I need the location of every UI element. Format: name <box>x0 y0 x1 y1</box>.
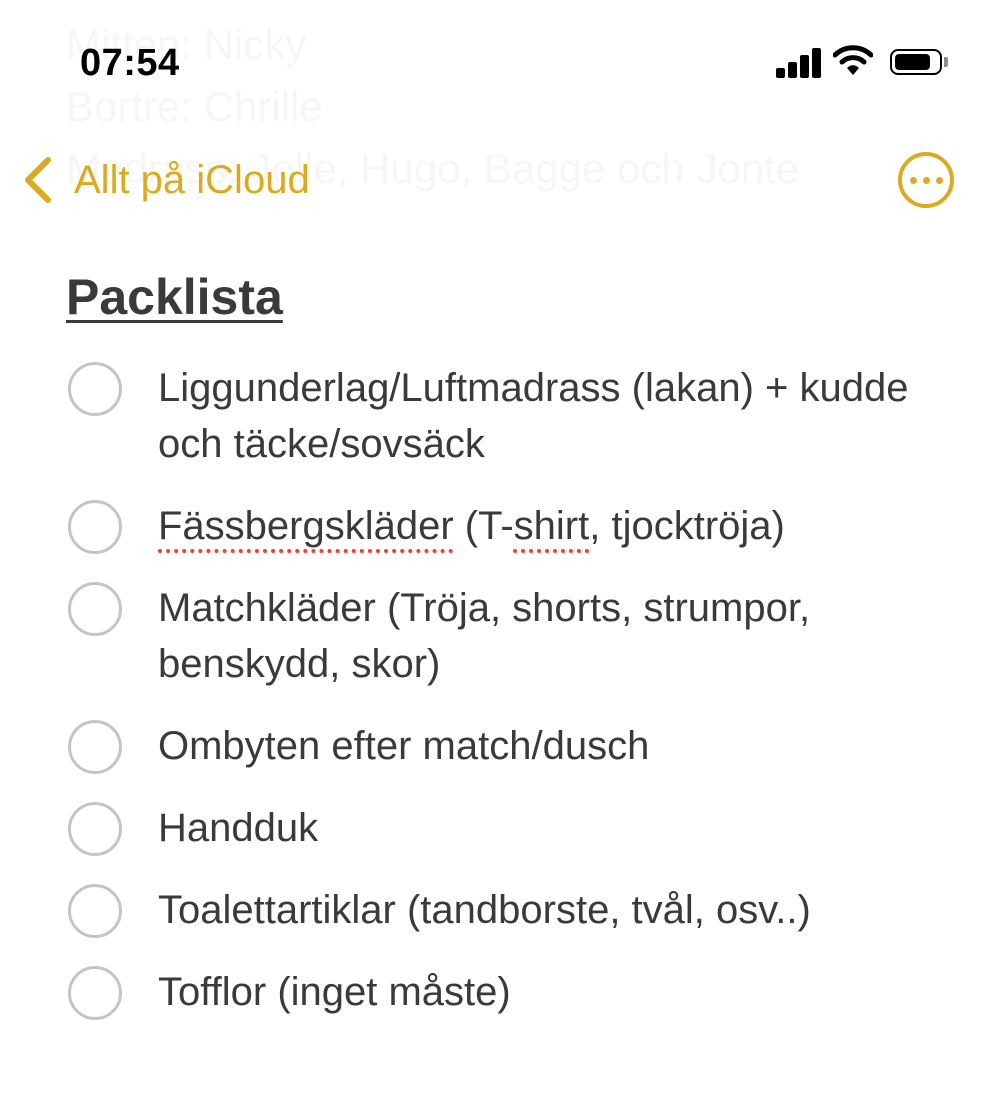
checkbox-circle[interactable] <box>68 720 122 774</box>
checklist-item[interactable]: Toalettartiklar (tandborste, tvål, osv..… <box>66 882 966 938</box>
checklist-item[interactable]: Liggunderlag/Luftmadrass (lakan) + kudde… <box>66 360 966 472</box>
checklist-item[interactable]: Fässbergskläder (T-shirt, tjocktröja) <box>66 498 966 554</box>
note-title[interactable]: Packlista <box>66 262 966 332</box>
text-segment: , tjocktröja) <box>589 504 785 548</box>
wifi-icon <box>833 45 873 75</box>
navigation-bar: Allt på iCloud <box>0 130 1000 230</box>
misspelled-word: shirt <box>513 504 590 548</box>
checklist-item-text[interactable]: Liggunderlag/Luftmadrass (lakan) + kudde… <box>158 366 908 466</box>
battery-icon <box>890 49 948 75</box>
ellipsis-circle-icon[interactable] <box>898 152 954 208</box>
checklist-item[interactable]: Tofflor (inget måste) <box>66 964 966 1020</box>
status-time: 07:54 <box>80 42 180 84</box>
checkbox-circle[interactable] <box>68 500 122 554</box>
checkbox-circle[interactable] <box>68 802 122 856</box>
checkbox-circle[interactable] <box>68 582 122 636</box>
cellular-signal-icon <box>776 48 822 78</box>
checkbox-circle[interactable] <box>68 966 122 1020</box>
checklist-item[interactable]: Ombyten efter match/dusch <box>66 718 966 774</box>
checklist-item-text[interactable]: Matchkläder (Tröja, shorts, strumpor, be… <box>158 586 810 686</box>
checklist: Liggunderlag/Luftmadrass (lakan) + kudde… <box>66 360 966 1020</box>
misspelled-word: Fässbergskläder <box>158 504 454 548</box>
checkbox-circle[interactable] <box>68 362 122 416</box>
note-body[interactable]: Packlista Liggunderlag/Luftmadrass (laka… <box>66 262 966 1046</box>
checkbox-circle[interactable] <box>68 884 122 938</box>
back-button[interactable]: Allt på iCloud <box>20 150 310 210</box>
status-bar: 07:54 <box>0 0 1000 120</box>
chevron-left-icon <box>25 157 51 203</box>
checklist-item[interactable]: Handduk <box>66 800 966 856</box>
checklist-item-text[interactable]: Fässbergskläder (T-shirt, tjocktröja) <box>158 504 785 548</box>
checklist-item-text[interactable]: Tofflor (inget måste) <box>158 970 511 1014</box>
checklist-item[interactable]: Matchkläder (Tröja, shorts, strumpor, be… <box>66 580 966 692</box>
back-button-label: Allt på iCloud <box>74 157 310 202</box>
checklist-item-text[interactable]: Ombyten efter match/dusch <box>158 724 649 768</box>
checklist-item-text[interactable]: Toalettartiklar (tandborste, tvål, osv..… <box>158 888 811 932</box>
text-segment: (T- <box>453 504 514 548</box>
checklist-item-text[interactable]: Handduk <box>158 806 318 850</box>
